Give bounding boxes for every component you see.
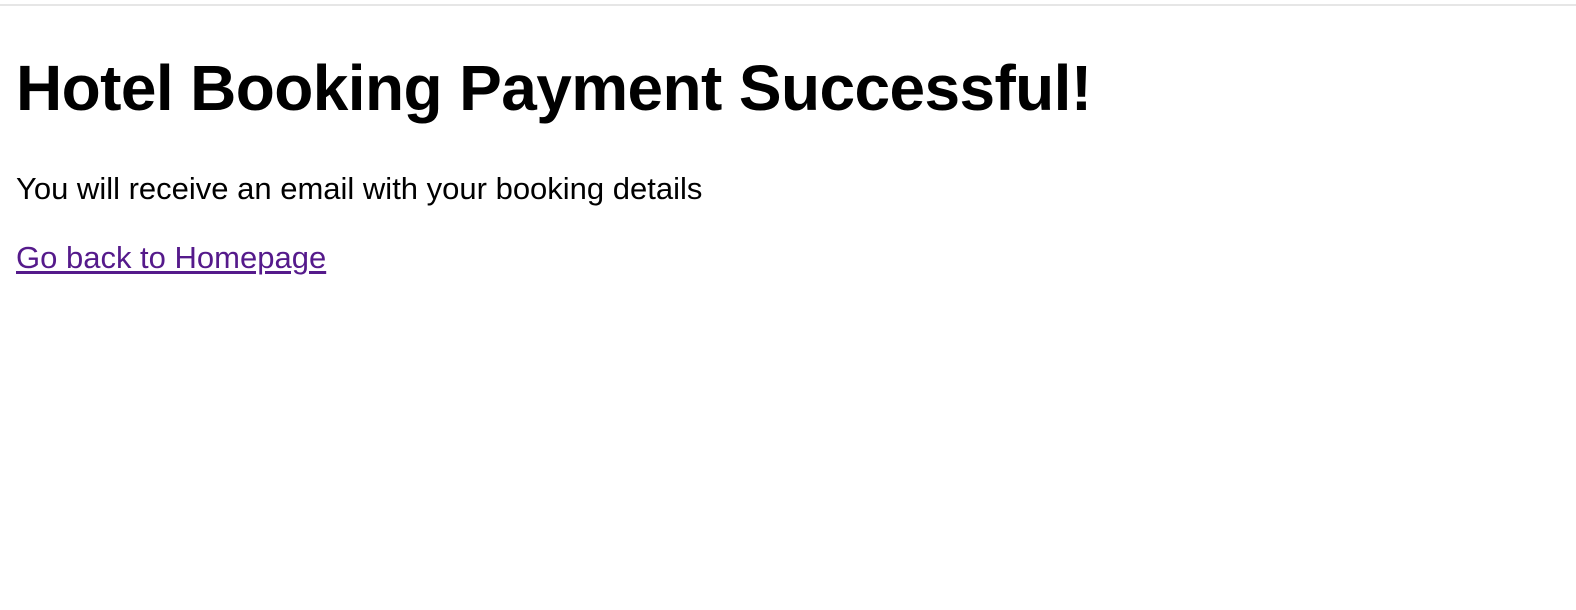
page-title: Hotel Booking Payment Successful! [16,52,1092,124]
top-divider [0,4,1576,6]
back-to-homepage-link[interactable]: Go back to Homepage [16,239,326,277]
confirmation-message: You will receive an email with your book… [16,171,703,206]
